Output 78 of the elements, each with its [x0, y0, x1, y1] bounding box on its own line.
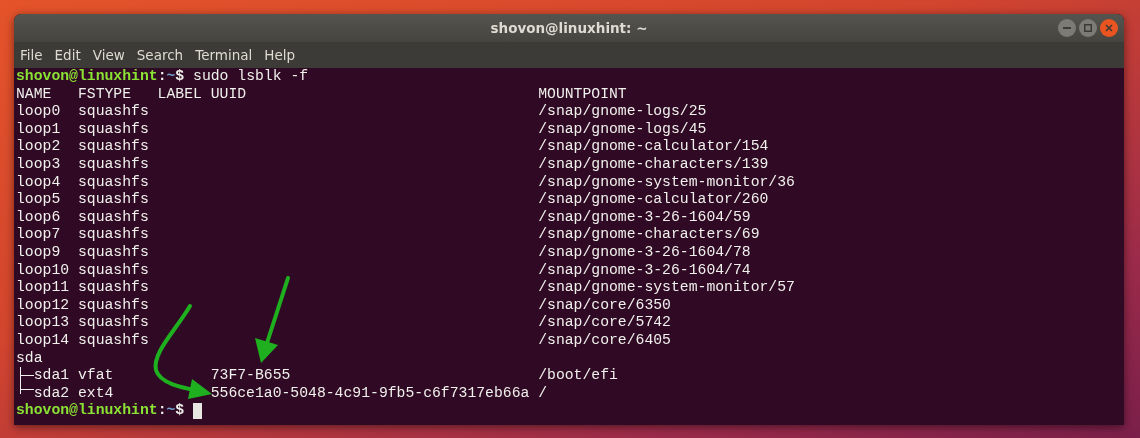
fstype-cell: squashfs	[77, 226, 149, 243]
column-header: FSTYPE	[77, 85, 133, 104]
mountpoint-cell: /snap/core/6350	[538, 296, 671, 313]
close-button[interactable]	[1100, 19, 1118, 37]
fstype-cell: squashfs	[77, 103, 149, 120]
device-name: loop11	[16, 279, 70, 296]
uuid-cell: 73F7-B655	[210, 367, 291, 384]
mountpoint-cell: /snap/gnome-3-26-1604/59	[538, 208, 751, 225]
mountpoint-cell: /snap/gnome-characters/139	[538, 155, 769, 172]
fstype-cell: vfat	[77, 367, 114, 384]
device-name: sda	[16, 349, 43, 366]
device-name: sda2	[33, 384, 70, 401]
prompt-symbol: $	[175, 402, 185, 420]
fstype-cell: squashfs	[77, 314, 149, 331]
menu-item[interactable]: View	[92, 47, 131, 63]
device-name: sda1	[33, 367, 70, 384]
fstype-cell: squashfs	[77, 138, 149, 155]
prompt-separator: :	[157, 402, 167, 420]
mountpoint-cell: /snap/core/6405	[538, 331, 671, 348]
menu-item[interactable]: Edit	[54, 47, 87, 63]
device-name: loop9	[16, 243, 61, 260]
prompt-symbol: $	[175, 68, 185, 86]
prompt-user-host: shovon@linuxhint	[16, 402, 158, 420]
prompt-path: ~	[166, 402, 176, 420]
fstype-cell: ext4	[77, 384, 114, 401]
maximize-icon	[1084, 24, 1092, 32]
column-header: NAME	[16, 85, 53, 104]
command-text: sudo lsblk -f	[193, 68, 309, 86]
mountpoint-cell: /snap/gnome-logs/25	[538, 103, 707, 120]
fstype-cell: squashfs	[77, 296, 149, 313]
menu-item[interactable]: Terminal	[195, 47, 259, 63]
mountpoint-cell: /snap/gnome-system-monitor/57	[538, 279, 795, 296]
device-name: loop14	[16, 331, 70, 348]
mountpoint-cell: /snap/core/5742	[538, 314, 671, 331]
fstype-cell: squashfs	[77, 208, 149, 225]
device-name: loop4	[16, 173, 61, 190]
fstype-cell: squashfs	[77, 261, 149, 278]
fstype-cell: squashfs	[77, 120, 149, 137]
fstype-cell: squashfs	[77, 243, 149, 260]
prompt-separator: :	[157, 68, 167, 86]
mountpoint-cell: /snap/gnome-calculator/260	[538, 191, 769, 208]
mountpoint-cell: /snap/gnome-3-26-1604/78	[538, 243, 751, 260]
fstype-cell: squashfs	[77, 155, 149, 172]
device-name: loop13	[16, 314, 70, 331]
device-name: loop10	[16, 261, 70, 278]
fstype-cell: squashfs	[77, 331, 149, 348]
menu-item[interactable]: Help	[264, 47, 302, 63]
device-name: loop6	[16, 208, 61, 225]
minimize-icon	[1063, 24, 1071, 32]
minimize-button[interactable]	[1058, 19, 1076, 37]
column-header: LABEL	[157, 85, 203, 104]
close-icon	[1105, 24, 1113, 32]
menu-item[interactable]: Search	[136, 47, 190, 63]
uuid-cell: 556ce1a0-5048-4c91-9fb5-c6f7317eb66a	[210, 384, 530, 401]
mountpoint-cell: /snap/gnome-3-26-1604/74	[538, 261, 751, 278]
mountpoint-cell: /	[538, 384, 548, 401]
device-name: loop12	[16, 296, 70, 313]
maximize-button[interactable]	[1079, 19, 1097, 37]
mountpoint-cell: /snap/gnome-system-monitor/36	[538, 173, 795, 190]
mountpoint-cell: /snap/gnome-characters/69	[538, 226, 760, 243]
device-name: loop0	[16, 103, 61, 120]
mountpoint-cell: /snap/gnome-logs/45	[538, 120, 707, 137]
fstype-cell: squashfs	[77, 279, 149, 296]
device-name: loop2	[16, 138, 61, 155]
device-name: loop1	[16, 120, 61, 137]
menu-item[interactable]: File	[20, 47, 49, 63]
fstype-cell: squashfs	[77, 191, 149, 208]
mountpoint-cell: /snap/gnome-calculator/154	[538, 138, 769, 155]
window-title: shovon@linuxhint: ~	[490, 20, 648, 36]
column-header: MOUNTPOINT	[538, 85, 627, 104]
prompt-path: ~	[166, 68, 176, 86]
device-name: loop3	[16, 155, 61, 172]
mountpoint-cell: /boot/efi	[538, 367, 618, 384]
fstype-cell: squashfs	[77, 173, 149, 190]
column-header: UUID	[210, 85, 248, 104]
device-name: loop5	[16, 191, 61, 208]
prompt-user-host: shovon@linuxhint	[16, 68, 158, 86]
device-name: loop7	[16, 226, 61, 243]
